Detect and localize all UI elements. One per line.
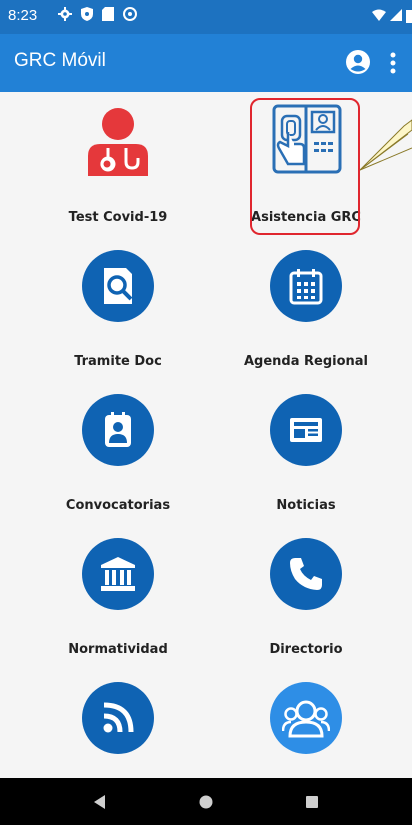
sd-card-icon: [102, 7, 114, 21]
navigation-bar: [0, 778, 412, 825]
tile-label: Convocatorias: [65, 498, 171, 513]
document-search-icon: [82, 250, 154, 322]
more-options-button[interactable]: [386, 48, 400, 78]
tile-noticias[interactable]: Noticias: [221, 394, 391, 534]
back-icon: [94, 795, 105, 809]
account-button[interactable]: [345, 49, 371, 75]
status-time: 8:23: [8, 7, 38, 24]
newspaper-icon: [270, 394, 342, 466]
status-notification-icons: [58, 7, 137, 21]
doctor-icon: [82, 106, 154, 178]
at-icon: [123, 7, 137, 21]
home-button[interactable]: [194, 790, 218, 814]
callout-pointer: [359, 119, 412, 171]
recents-button[interactable]: [300, 790, 324, 814]
status-bar: 8:23: [0, 0, 412, 34]
tile-label: Noticias: [276, 498, 336, 513]
highlight-box: [250, 98, 360, 235]
tile-label: Tramite Doc: [74, 354, 162, 369]
tile-convocatorias[interactable]: Convocatorias: [33, 394, 203, 534]
recents-icon: [306, 796, 318, 808]
account-icon: [346, 50, 370, 74]
phone-icon: [270, 538, 342, 610]
back-button[interactable]: [88, 790, 112, 814]
wifi-icon: [372, 9, 386, 21]
tile-tramite-doc[interactable]: Tramite Doc: [33, 250, 203, 390]
id-badge-icon: [82, 394, 154, 466]
tile-normatividad[interactable]: Normatividad: [33, 538, 203, 678]
tile-directorio[interactable]: Directorio: [221, 538, 391, 678]
tile-label: Directorio: [269, 642, 343, 657]
tile-label: Test Covid-19: [68, 210, 168, 225]
calendar-icon: [270, 250, 342, 322]
group-icon: [270, 682, 342, 754]
courthouse-icon: [82, 538, 154, 610]
app-bar: GRC Móvil: [0, 34, 412, 92]
status-system-icons: [372, 9, 412, 23]
more-vert-icon: [390, 52, 396, 74]
signal-icon: [390, 9, 402, 21]
shield-icon: [81, 7, 93, 21]
app-title: GRC Móvil: [14, 50, 106, 71]
tile-label: Agenda Regional: [243, 354, 369, 369]
rss-icon: [82, 682, 154, 754]
gear-icon: [58, 7, 72, 21]
tile-test-covid[interactable]: Test Covid-19: [33, 106, 203, 246]
tile-agenda-regional[interactable]: Agenda Regional: [221, 250, 391, 390]
home-icon: [199, 795, 213, 809]
tile-label: Normatividad: [68, 642, 168, 657]
battery-icon: [406, 10, 412, 23]
